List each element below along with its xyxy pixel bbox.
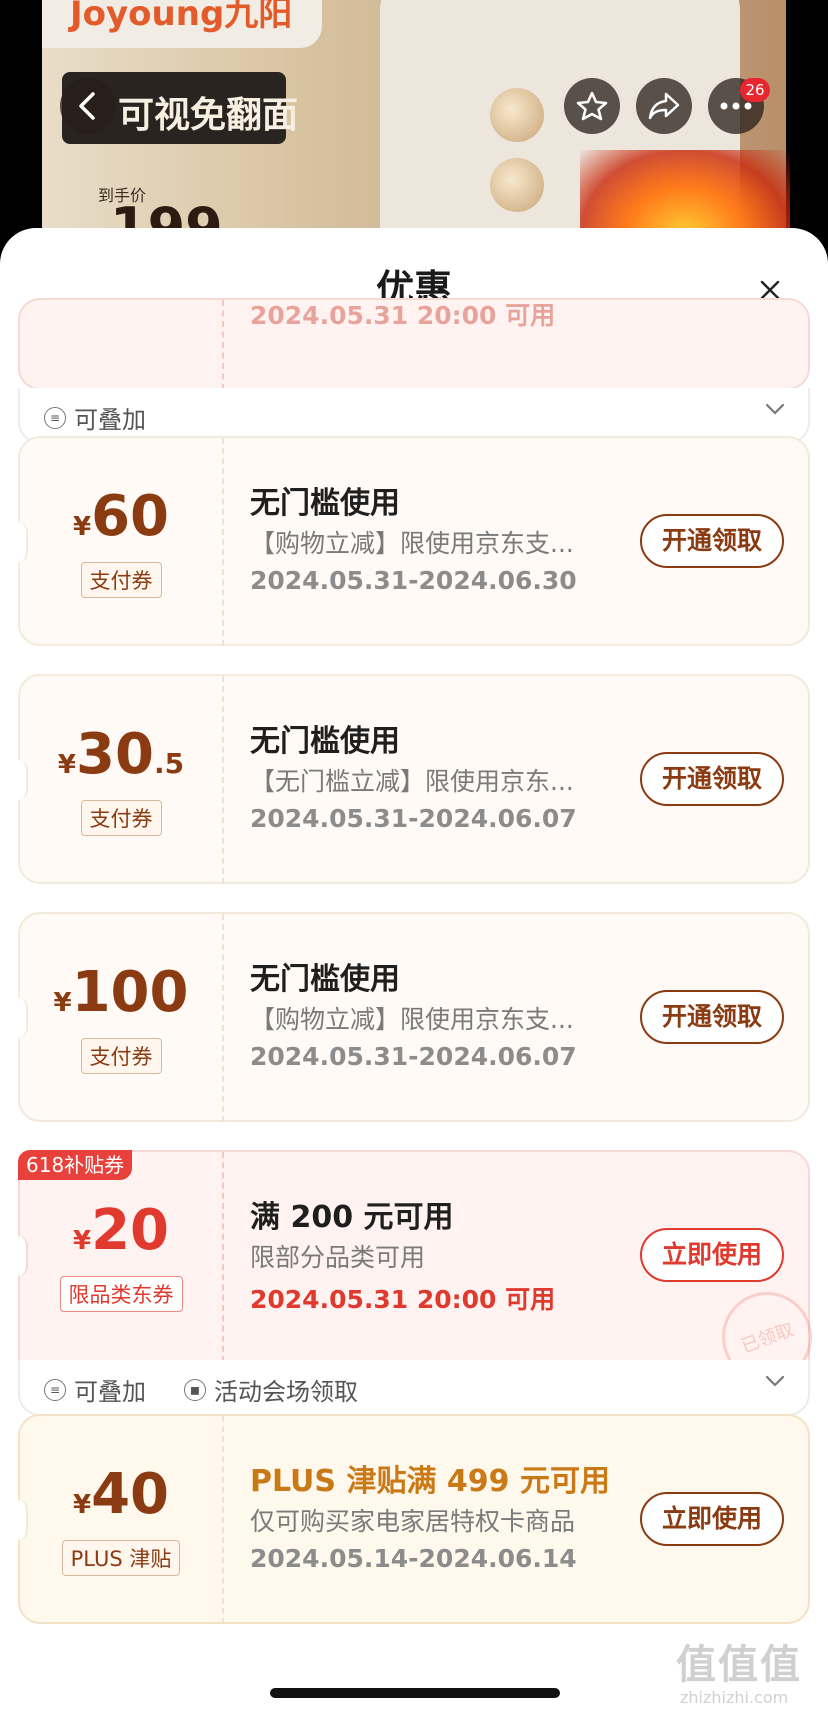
coupon-desc: 【购物立减】限使用京东支... xyxy=(250,529,574,558)
promo-banner-text: 可视免翻面 xyxy=(118,95,299,136)
knob-top xyxy=(490,88,544,142)
home-indicator[interactable] xyxy=(270,1688,560,1698)
coupon-title: PLUS 津贴满 499 元可用 xyxy=(250,1464,610,1499)
coupon-amount: ¥60 xyxy=(72,484,170,549)
ticket-icon: ◼ xyxy=(184,1378,206,1401)
coupon-title: 无门槛使用 xyxy=(250,962,400,997)
coupon-type-tag: 支付券 xyxy=(20,562,222,598)
more-dots-icon xyxy=(720,102,752,110)
venue-claim-text: 活动会场领取 xyxy=(214,1378,358,1406)
use-now-button[interactable]: 立即使用 xyxy=(640,1492,784,1546)
coupon-partial-date: 2024.05.31 20:00 可用 xyxy=(250,301,556,330)
coupon-card-partial[interactable]: 2024.05.31 20:00 可用 xyxy=(18,298,810,390)
coupon-card[interactable]: ¥100 支付券 无门槛使用 【购物立减】限使用京东支... 2024.05.3… xyxy=(16,912,810,1122)
back-icon xyxy=(79,92,95,120)
coupon-date: 2024.05.31-2024.06.07 xyxy=(250,1042,577,1071)
venue-claim-label: ◼ 活动会场领取 xyxy=(184,1372,358,1407)
coupon-desc: 【无门槛立减】限使用京东... xyxy=(250,767,574,796)
coupon-amount: ¥30.5 xyxy=(57,722,185,787)
coupon-card-plus[interactable]: ¥40 PLUS 津贴 PLUS 津贴满 499 元可用 仅可购买家电家居特权卡… xyxy=(16,1414,810,1624)
chevron-down-icon[interactable] xyxy=(764,1374,786,1388)
activate-claim-button[interactable]: 开通领取 xyxy=(640,752,784,806)
share-button[interactable] xyxy=(636,78,692,134)
stack-icon: ≡ xyxy=(44,406,66,429)
coupon-amount: ¥20 xyxy=(72,1198,170,1263)
stack-icon: ≡ xyxy=(44,1378,66,1401)
coupon-type-tag: 支付券 xyxy=(20,800,222,836)
coupon-card[interactable]: ¥30.5 支付券 无门槛使用 【无门槛立减】限使用京东... 2024.05.… xyxy=(16,674,810,884)
coupon-title: 满 200 元可用 xyxy=(250,1200,454,1235)
coupon-card-618[interactable]: 618补贴券 ¥20 限品类东券 满 200 元可用 限部分品类可用 2024.… xyxy=(16,1150,825,1395)
back-button[interactable] xyxy=(60,78,116,134)
coupon-618-stack-row[interactable]: ≡ 可叠加 ◼ 活动会场领取 xyxy=(18,1360,810,1416)
coupon-amount: ¥100 xyxy=(53,960,189,1025)
coupon-date: 2024.05.14-2024.06.14 xyxy=(250,1544,577,1573)
coupon-date: 2024.05.31-2024.06.30 xyxy=(250,566,577,595)
watermark-url: zhizhizhi.com xyxy=(680,1688,789,1707)
coupon-amount: ¥40 xyxy=(72,1462,170,1527)
stackable-text: 可叠加 xyxy=(74,406,146,434)
coupon-title: 无门槛使用 xyxy=(250,486,400,521)
coupon-date: 2024.05.31 20:00 可用 xyxy=(250,1285,556,1314)
stackable-text: 可叠加 xyxy=(74,1378,146,1406)
stackable-label: ≡ 可叠加 xyxy=(44,1372,146,1407)
star-icon xyxy=(576,91,608,121)
coupon-desc: 【购物立减】限使用京东支... xyxy=(250,1005,574,1034)
chevron-down-icon[interactable] xyxy=(764,402,786,416)
activate-claim-button[interactable]: 开通领取 xyxy=(640,514,784,568)
product-hero: Joyoung九阳 可视免翻面 到手价 199 26 xyxy=(0,0,828,260)
coupon-type-tag: 限品类东券 xyxy=(20,1276,222,1312)
knob-bottom xyxy=(490,158,544,212)
stackable-label: ≡ 可叠加 xyxy=(44,400,146,435)
coupon-sheet: 优惠 2024.05.31 20:00 可用 ≡ 可叠加 ¥60 支付券 无门槛… xyxy=(0,228,828,1715)
coupon-type-tag: 支付券 xyxy=(20,1038,222,1074)
coupon-title: 无门槛使用 xyxy=(250,724,400,759)
coupon-desc: 限部分品类可用 xyxy=(250,1243,426,1272)
favorite-button[interactable] xyxy=(564,78,620,134)
coupon-date: 2024.05.31-2024.06.07 xyxy=(250,804,577,833)
coupon-card[interactable]: ¥60 支付券 无门槛使用 【购物立减】限使用京东支... 2024.05.31… xyxy=(16,436,810,646)
coupon-type-tag: PLUS 津贴 xyxy=(20,1540,222,1576)
brand-logo: Joyoung九阳 xyxy=(70,0,293,34)
use-now-button[interactable]: 立即使用 xyxy=(640,1228,784,1282)
coupon-desc: 仅可购买家电家居特权卡商品 xyxy=(250,1507,576,1536)
subsidy-corner-tag: 618补贴券 xyxy=(18,1150,133,1180)
activate-claim-button[interactable]: 开通领取 xyxy=(640,990,784,1044)
share-icon xyxy=(648,92,680,120)
message-count-badge: 26 xyxy=(740,78,770,102)
